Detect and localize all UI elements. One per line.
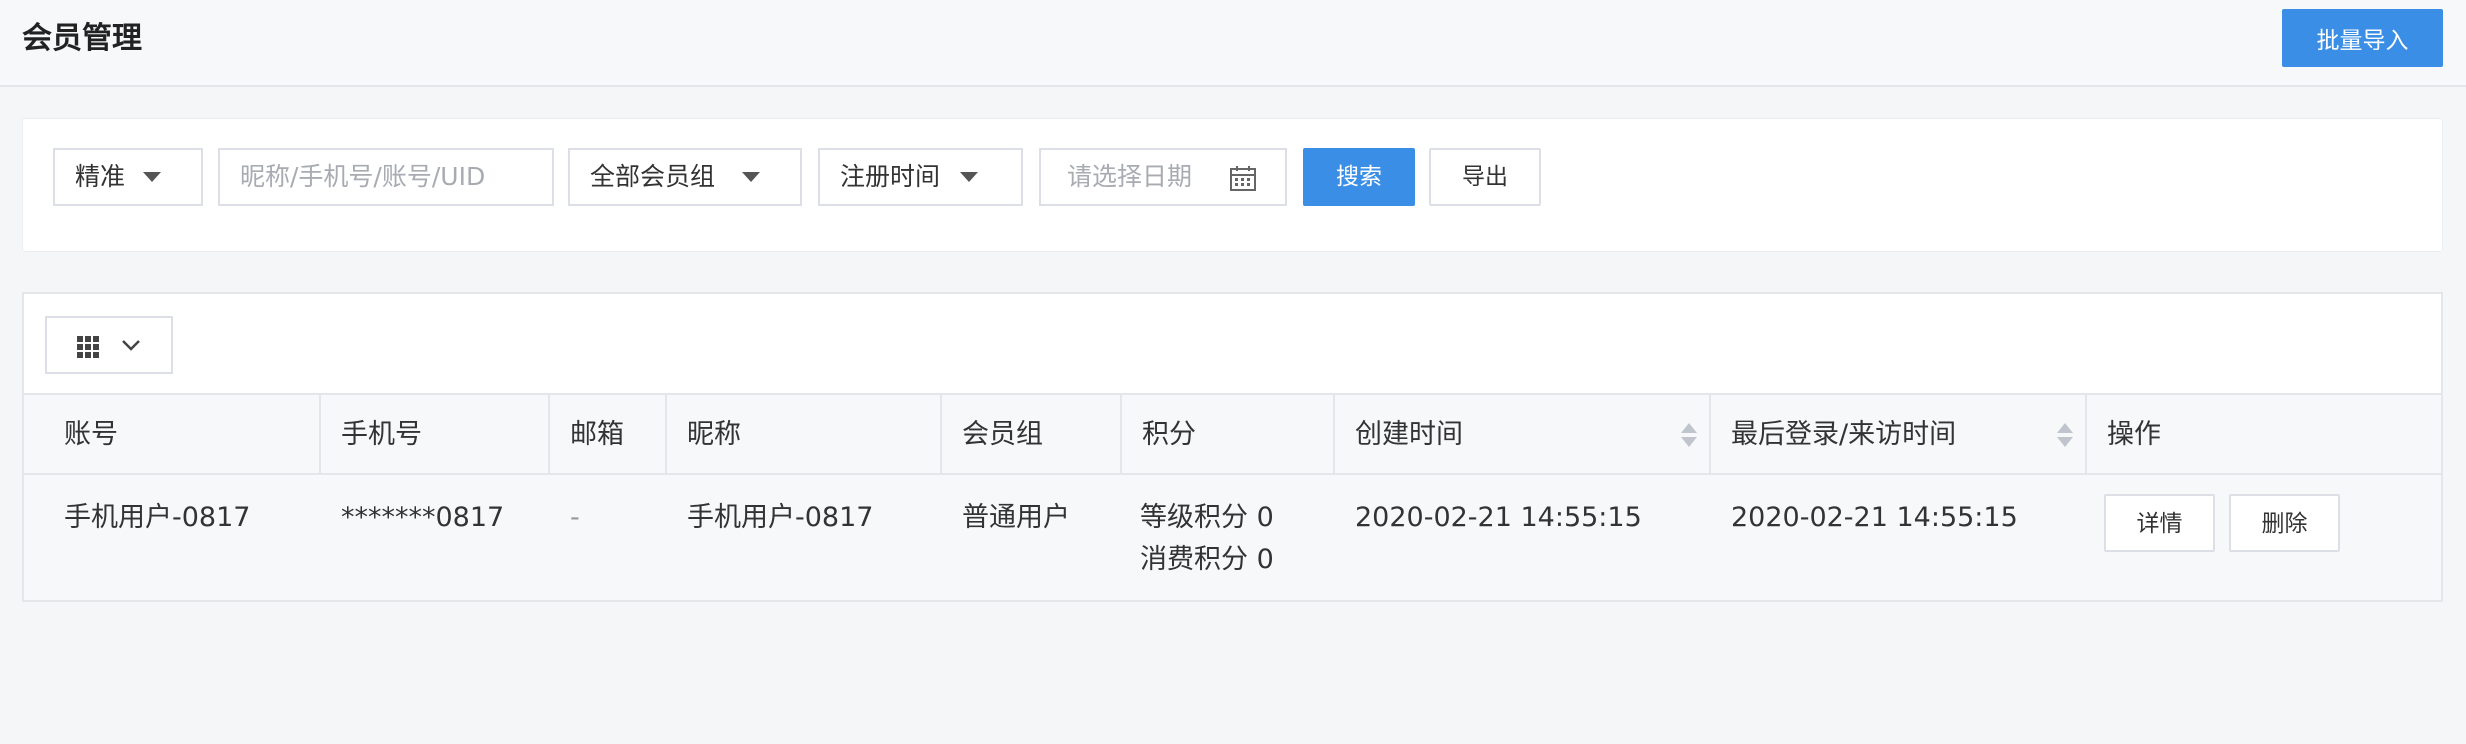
cell-email: - <box>570 502 580 533</box>
delete-button[interactable]: 删除 <box>2229 494 2340 552</box>
column-header-phone: 手机号 <box>321 395 550 475</box>
export-button[interactable]: 导出 <box>1429 148 1541 206</box>
search-placeholder: 昵称/手机号/账号/UID <box>240 162 486 191</box>
time-field-select[interactable]: 注册时间 <box>818 148 1023 206</box>
member-group-value: 全部会员组 <box>590 162 716 191</box>
table-row: 手机用户-0817 *******0817 - 手机用户-0817 普通用户 等… <box>24 475 2441 600</box>
cell-group: 普通用户 <box>962 502 1070 533</box>
detail-button[interactable]: 详情 <box>2104 494 2215 552</box>
column-header-actions: 操作 <box>2107 419 2161 450</box>
bulk-import-button[interactable]: 批量导入 <box>2282 9 2443 67</box>
cell-created-time: 2020-02-21 14:55:15 <box>1355 502 1642 533</box>
calendar-icon <box>1230 166 1256 191</box>
cell-nickname: 手机用户-0817 <box>687 502 874 533</box>
column-header-points: 积分 <box>1122 395 1335 475</box>
search-input[interactable]: 昵称/手机号/账号/UID <box>218 148 554 206</box>
table-header: 账号 手机号 邮箱 昵称 会员组 积分 创建时间 最后登录/来访时间 操作 <box>24 393 2441 475</box>
match-mode-select[interactable]: 精准 <box>53 148 203 206</box>
time-field-value: 注册时间 <box>840 162 941 191</box>
page-title: 会员管理 <box>22 21 142 56</box>
caret-down-icon <box>742 172 760 182</box>
column-header-last-login-label: 最后登录/来访时间 <box>1731 419 1957 450</box>
column-settings-dropdown[interactable] <box>45 316 173 374</box>
page-header: 会员管理 批量导入 <box>0 0 2466 87</box>
sort-icon[interactable] <box>2057 423 2073 449</box>
caret-down-icon <box>960 172 978 182</box>
date-picker[interactable]: 请选择日期 <box>1039 148 1287 206</box>
cell-last-login: 2020-02-21 14:55:15 <box>1731 502 2018 533</box>
sort-icon[interactable] <box>1681 423 1697 449</box>
match-mode-value: 精准 <box>75 162 126 191</box>
member-group-select[interactable]: 全部会员组 <box>568 148 802 206</box>
column-header-nickname: 昵称 <box>667 395 942 475</box>
grid-icon <box>77 336 99 358</box>
chevron-down-icon <box>122 340 140 351</box>
cell-account: 手机用户-0817 <box>64 502 251 533</box>
column-header-email: 邮箱 <box>550 395 667 475</box>
member-table-panel: 账号 手机号 邮箱 昵称 会员组 积分 创建时间 最后登录/来访时间 操作 手机… <box>22 292 2443 602</box>
filter-panel: 精准 昵称/手机号/账号/UID 全部会员组 注册时间 请选择日期 搜索 导出 <box>22 118 2443 252</box>
search-button[interactable]: 搜索 <box>1303 148 1415 206</box>
cell-spend-points: 消费积分 0 <box>1140 544 1274 575</box>
column-header-last-login[interactable]: 最后登录/来访时间 <box>1711 395 2087 475</box>
column-header-group: 会员组 <box>942 395 1122 475</box>
date-placeholder: 请选择日期 <box>1067 162 1193 191</box>
caret-down-icon <box>143 172 161 182</box>
cell-phone: *******0817 <box>341 502 505 533</box>
column-header-account: 账号 <box>24 395 321 475</box>
cell-level-points: 等级积分 0 <box>1140 502 1274 533</box>
column-header-created-time[interactable]: 创建时间 <box>1335 395 1711 475</box>
column-header-created-time-label: 创建时间 <box>1355 419 1463 450</box>
